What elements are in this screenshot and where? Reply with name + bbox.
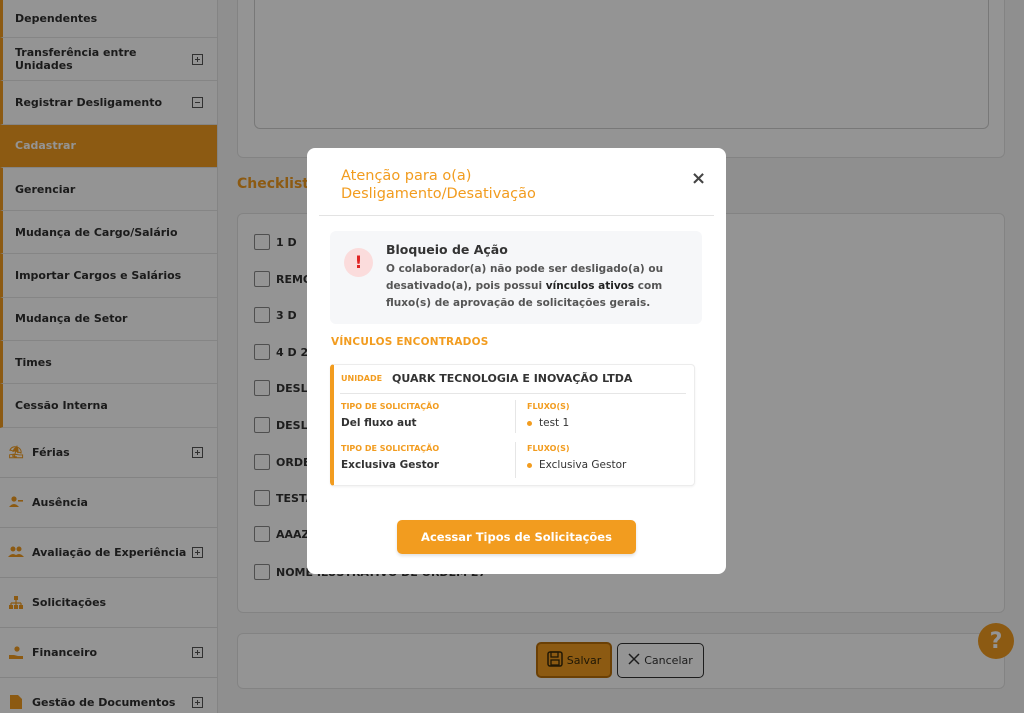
section-title: VÍNCULOS ENCONTRADOS: [331, 336, 489, 348]
close-icon[interactable]: ×: [691, 168, 706, 189]
vinculo-card: UNIDADE QUARK TECNOLOGIA E INOVAÇÃO LTDA…: [330, 364, 695, 486]
fluxo-label: FLUXO(S): [527, 444, 570, 453]
warning-modal: Atenção para o(a) Desligamento/Desativaç…: [307, 148, 726, 574]
tipo-value: Del fluxo aut: [341, 417, 417, 429]
block-alert: ! Bloqueio de Ação O colaborador(a) não …: [330, 231, 702, 324]
fluxo-text: Exclusiva Gestor: [539, 459, 627, 471]
tipo-label: TIPO DE SOLICITAÇÃO: [341, 402, 440, 411]
access-request-types-button[interactable]: Acessar Tipos de Solicitações: [397, 520, 636, 554]
modal-title: Atenção para o(a) Desligamento/Desativaç…: [341, 168, 536, 202]
fluxo-text: test 1: [539, 417, 570, 429]
unit-value: QUARK TECNOLOGIA E INOVAÇÃO LTDA: [392, 372, 633, 385]
card-divider: [340, 393, 686, 394]
tipo-label: TIPO DE SOLICITAÇÃO: [341, 444, 440, 453]
column-divider: [515, 442, 516, 478]
alert-title: Bloqueio de Ação: [386, 242, 508, 257]
fluxo-label: FLUXO(S): [527, 402, 570, 411]
bullet-dot: [527, 420, 532, 426]
unit-label: UNIDADE: [341, 374, 383, 383]
exclamation-icon: !: [344, 248, 373, 277]
fluxo-value: Exclusiva Gestor: [527, 459, 626, 471]
tipo-value: Exclusiva Gestor: [341, 459, 440, 471]
alert-text-bold: vínculos ativos: [545, 280, 635, 292]
alert-message: O colaborador(a) não pode ser desligado(…: [386, 261, 686, 312]
bullet-dot: [527, 462, 532, 468]
modal-divider: [319, 215, 714, 216]
fluxo-value: test 1: [527, 417, 569, 429]
column-divider: [515, 400, 516, 433]
